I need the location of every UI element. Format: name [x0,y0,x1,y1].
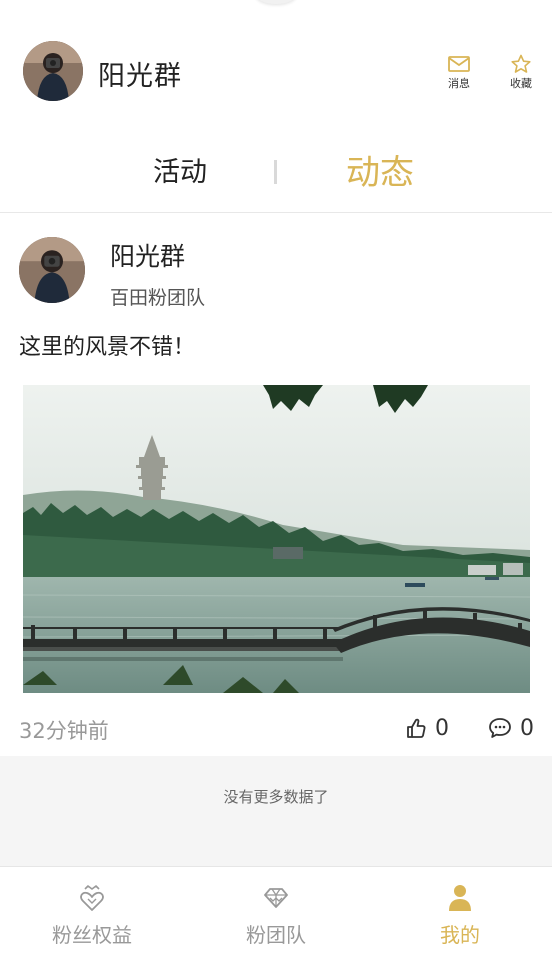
post-photo[interactable] [23,385,530,693]
thumbs-up-icon [407,718,426,738]
group-name: 阳光群 [98,61,182,92]
messages-label: 消息 [448,77,470,90]
post-author-team: 百田粉团队 [110,287,206,309]
person-icon [449,885,471,911]
tab-bar: 活动 动态 [0,140,552,210]
nav-fan-team[interactable]: 粉团队 [184,867,368,954]
star-icon [511,54,531,73]
list-end-area: 没有更多数据了 [0,756,552,866]
diamond-icon [264,888,288,908]
app-screen: 阳光群 消息 收藏 活动 动态 阳光群 百田粉团队 这里的风景不错！ 32分钟前… [0,0,552,954]
post-timestamp: 32分钟前 [19,719,109,743]
like-button[interactable]: 0 [405,714,449,742]
favorites-label: 收藏 [510,77,532,90]
no-more-data-text: 没有更多数据了 [223,788,329,806]
tab-feed[interactable]: 动态 [280,140,480,210]
like-count: 0 [435,715,449,741]
comment-icon [489,718,511,738]
nav-fan-team-label: 粉团队 [246,923,306,947]
group-avatar[interactable] [23,41,83,101]
comment-button[interactable]: 0 [488,714,534,742]
tab-activity[interactable]: 活动 [80,140,280,210]
heart-crown-icon [80,885,104,911]
bottom-nav: 粉丝权益 粉团队 我的 [0,866,552,954]
pull-refresh-indicator [256,0,296,4]
nav-fan-benefits[interactable]: 粉丝权益 [0,867,184,954]
favorites-button[interactable]: 收藏 [501,54,541,90]
nav-mine[interactable]: 我的 [368,867,552,954]
tab-separator [274,160,277,184]
post-content: 这里的风景不错！ [19,335,196,360]
feed-post: 阳光群 百田粉团队 这里的风景不错！ 32分钟前 0 0 [0,213,552,756]
post-author-avatar[interactable] [19,237,85,303]
group-header: 阳光群 消息 收藏 [0,40,552,102]
nav-fan-benefits-label: 粉丝权益 [52,923,132,947]
post-author-name[interactable]: 阳光群 [110,237,185,273]
messages-button[interactable]: 消息 [439,54,479,90]
nav-mine-label: 我的 [440,923,480,947]
envelope-icon [448,56,470,72]
comment-count: 0 [520,715,534,741]
